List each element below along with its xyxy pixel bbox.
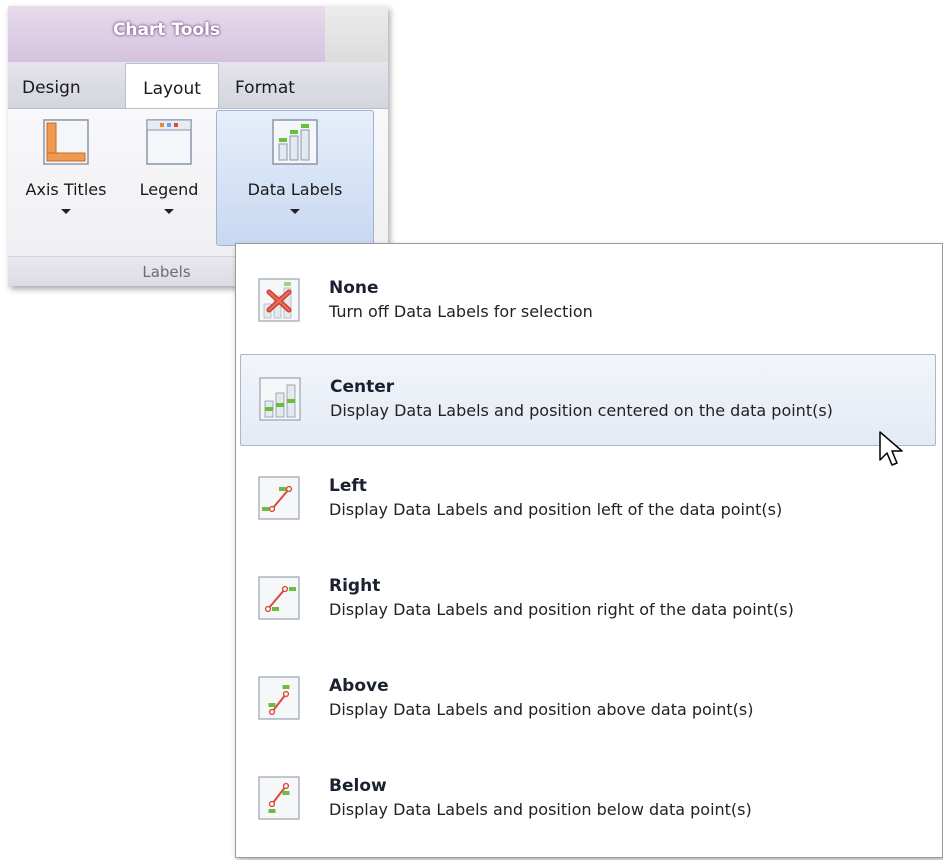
none-labels-icon [258, 278, 300, 322]
chevron-down-icon [61, 209, 71, 214]
tab-layout-label: Layout [143, 79, 201, 99]
tab-format[interactable]: Format [235, 78, 295, 98]
data-labels-label: Data Labels [247, 180, 343, 199]
below-labels-icon [258, 776, 300, 820]
data-labels-icon [272, 119, 318, 165]
data-labels-menu: None Turn off Data Labels for selection … [235, 243, 943, 858]
mouse-cursor-icon [879, 431, 903, 466]
data-labels-button[interactable]: Data Labels [218, 118, 372, 214]
menu-item-none[interactable]: None Turn off Data Labels for selection [240, 256, 936, 348]
menu-item-title: Center [330, 377, 395, 397]
legend-icon [146, 119, 192, 165]
legend-label: Legend [139, 180, 199, 199]
axis-titles-label: Axis Titles [25, 180, 107, 199]
chevron-down-icon [164, 209, 174, 214]
menu-item-description: Display Data Labels and position below d… [329, 800, 752, 819]
menu-item-above[interactable]: Above Display Data Labels and position a… [240, 654, 936, 746]
axis-titles-button[interactable]: Axis Titles [14, 118, 118, 214]
above-labels-icon [258, 676, 300, 720]
chart-tools-title: Chart Tools [112, 20, 221, 40]
menu-item-title: None [329, 278, 379, 298]
center-labels-icon [259, 377, 301, 421]
menu-item-title: Below [329, 776, 387, 796]
menu-item-description: Turn off Data Labels for selection [329, 302, 593, 321]
legend-button[interactable]: Legend [124, 118, 214, 214]
menu-item-center[interactable]: Center Display Data Labels and position … [240, 354, 936, 446]
menu-item-description: Display Data Labels and position above d… [329, 700, 754, 719]
ribbon-header-filler [325, 6, 388, 62]
menu-item-title: Above [329, 676, 389, 696]
menu-item-below[interactable]: Below Display Data Labels and position b… [240, 754, 936, 846]
menu-item-description: Display Data Labels and position centere… [330, 401, 833, 420]
chart-tools-header: Chart Tools [8, 6, 325, 63]
menu-item-title: Left [329, 476, 367, 496]
menu-item-title: Right [329, 576, 381, 596]
axis-titles-icon [43, 119, 89, 165]
menu-item-description: Display Data Labels and position right o… [329, 600, 794, 619]
chevron-down-icon [290, 209, 300, 214]
tab-design[interactable]: Design [22, 78, 81, 98]
menu-item-description: Display Data Labels and position left of… [329, 500, 783, 519]
screen: Chart Tools Design Layout Format Axis Ti… [0, 0, 943, 860]
menu-item-left[interactable]: Left Display Data Labels and position le… [240, 454, 936, 546]
menu-item-right[interactable]: Right Display Data Labels and position r… [240, 554, 936, 646]
tab-layout[interactable]: Layout [125, 63, 219, 110]
left-labels-icon [258, 476, 300, 520]
right-labels-icon [258, 576, 300, 620]
